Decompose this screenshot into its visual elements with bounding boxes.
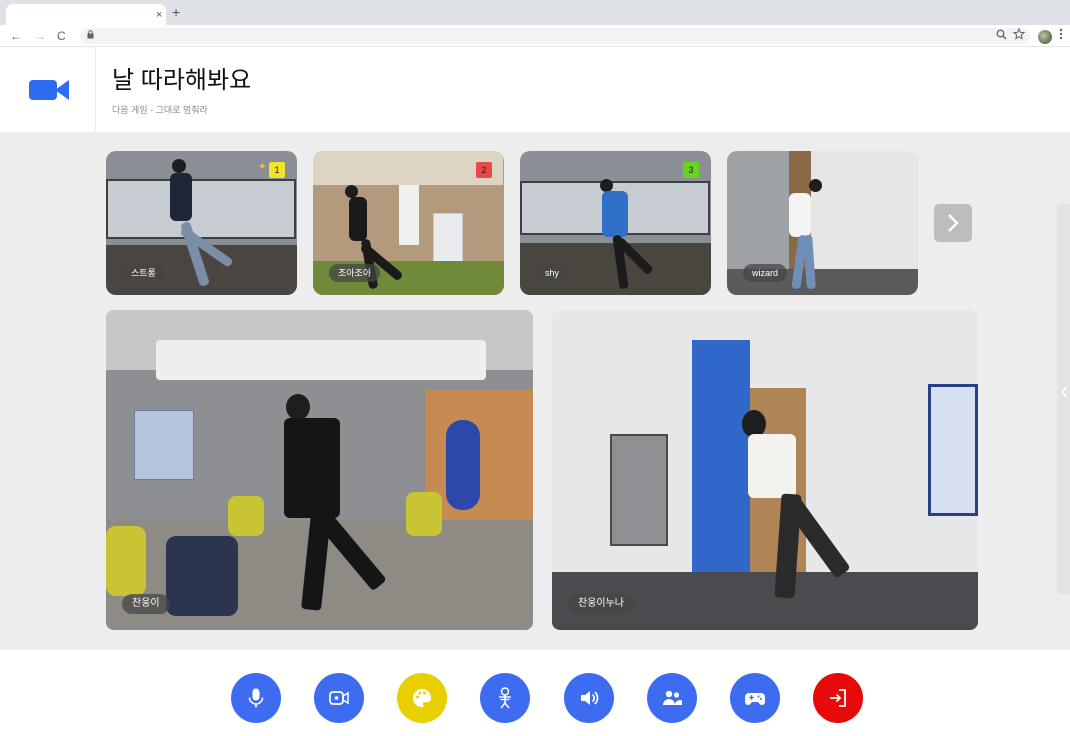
main-video-tile[interactable]: 찬웅이누나 <box>552 310 978 630</box>
search-icon[interactable] <box>996 28 1007 44</box>
browser-tab[interactable]: × <box>6 4 166 25</box>
participant-name: shy <box>536 264 569 282</box>
participant-name: wizard <box>743 264 788 282</box>
chair <box>228 496 264 536</box>
browser-toolbar: ← → C <box>0 25 1070 47</box>
wall-board <box>134 410 194 480</box>
notice-board <box>928 384 978 516</box>
person <box>286 394 310 420</box>
ceiling <box>313 151 503 185</box>
person <box>349 197 367 241</box>
party-popper-icon: ✦ <box>257 161 267 173</box>
microphone-icon <box>248 688 264 708</box>
video-stage: ✦ 1 스트롱 2 조아조아 3 shy wizard 찬웅이 찬웅이누나 <box>0 132 1070 650</box>
new-tab-icon[interactable]: + <box>172 5 180 19</box>
next-participants-button[interactable] <box>934 204 972 242</box>
leave-button[interactable] <box>813 673 863 723</box>
person <box>170 173 192 221</box>
chevron-left-icon <box>1061 386 1067 401</box>
skeleton-icon <box>499 687 511 709</box>
lock-icon <box>87 29 94 43</box>
palette-icon <box>412 689 431 707</box>
camera-button[interactable] <box>314 673 364 723</box>
person <box>284 418 340 518</box>
participant-tile[interactable]: 2 조아조아 <box>313 151 504 295</box>
palette-button[interactable] <box>397 673 447 723</box>
users-icon <box>663 690 682 705</box>
participant-tile[interactable]: ✦ 1 스트롱 <box>106 151 297 295</box>
participants-button[interactable] <box>647 673 697 723</box>
page-subtitle: 다음 게임 - 그대로 멈춰라 <box>112 105 208 115</box>
participant-name: 조아조아 <box>329 264 381 282</box>
rank-badge: 1 <box>269 162 285 178</box>
balloon-column <box>446 420 480 510</box>
participant-tile[interactable]: wizard <box>727 151 918 295</box>
ceiling-light <box>156 340 486 380</box>
game-button[interactable] <box>730 673 780 723</box>
rank-badge: 3 <box>683 162 699 178</box>
rank-badge: 2 <box>476 162 492 178</box>
tab-close-icon[interactable]: × <box>156 8 162 22</box>
skeleton-button[interactable] <box>480 673 530 723</box>
chair <box>166 536 238 616</box>
main-video-tile[interactable]: 찬웅이 <box>106 310 533 630</box>
chevron-right-icon <box>948 214 959 232</box>
camera-icon <box>329 691 349 705</box>
room-sign-pillar <box>692 340 750 572</box>
reload-icon[interactable]: C <box>57 28 66 44</box>
exit-icon <box>830 689 846 707</box>
browser-tab-strip: × + <box>0 0 1070 25</box>
page-title: 날 따라해봐요 <box>112 67 252 94</box>
app-header: 날 따라해봐요 다음 게임 - 그대로 멈춰라 <box>0 47 1070 132</box>
participant-name: 찬웅이누나 <box>568 594 634 614</box>
speaker-icon <box>581 691 599 705</box>
mic-button[interactable] <box>231 673 281 723</box>
video-camera-icon <box>29 80 57 100</box>
volume-button[interactable] <box>564 673 614 723</box>
chair <box>406 492 442 536</box>
address-bar[interactable] <box>80 28 1030 44</box>
gamepad-icon <box>745 693 765 705</box>
side-panel-toggle[interactable] <box>1057 204 1070 594</box>
water-purifier <box>433 213 463 265</box>
participant-name: 찬웅이 <box>122 594 170 614</box>
profile-avatar[interactable] <box>1038 30 1052 44</box>
participant-name: 스트롱 <box>122 264 165 282</box>
participant-tile[interactable]: 3 shy <box>520 151 711 295</box>
star-icon[interactable] <box>1012 27 1026 44</box>
person <box>602 191 628 237</box>
person <box>809 179 822 192</box>
chair <box>106 526 146 596</box>
control-bar <box>0 650 1070 736</box>
wall-cabinet <box>610 434 668 546</box>
forward-icon[interactable]: → <box>34 28 46 44</box>
back-icon[interactable]: ← <box>10 28 22 44</box>
person <box>789 193 811 237</box>
person <box>748 434 796 498</box>
video-camera-lens <box>55 80 69 100</box>
menu-icon[interactable] <box>1059 28 1063 44</box>
wall-panel <box>399 185 419 245</box>
logo <box>0 47 96 132</box>
person <box>172 159 186 173</box>
window <box>106 179 296 239</box>
